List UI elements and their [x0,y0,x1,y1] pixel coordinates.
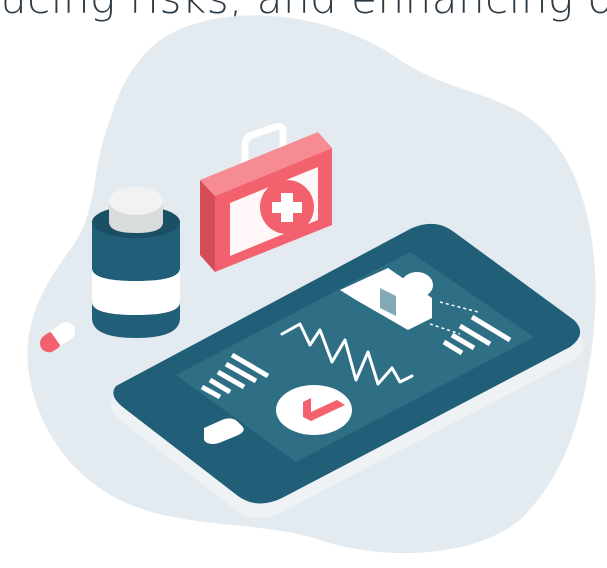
clock-icon [276,385,352,435]
health-illustration [27,15,596,554]
